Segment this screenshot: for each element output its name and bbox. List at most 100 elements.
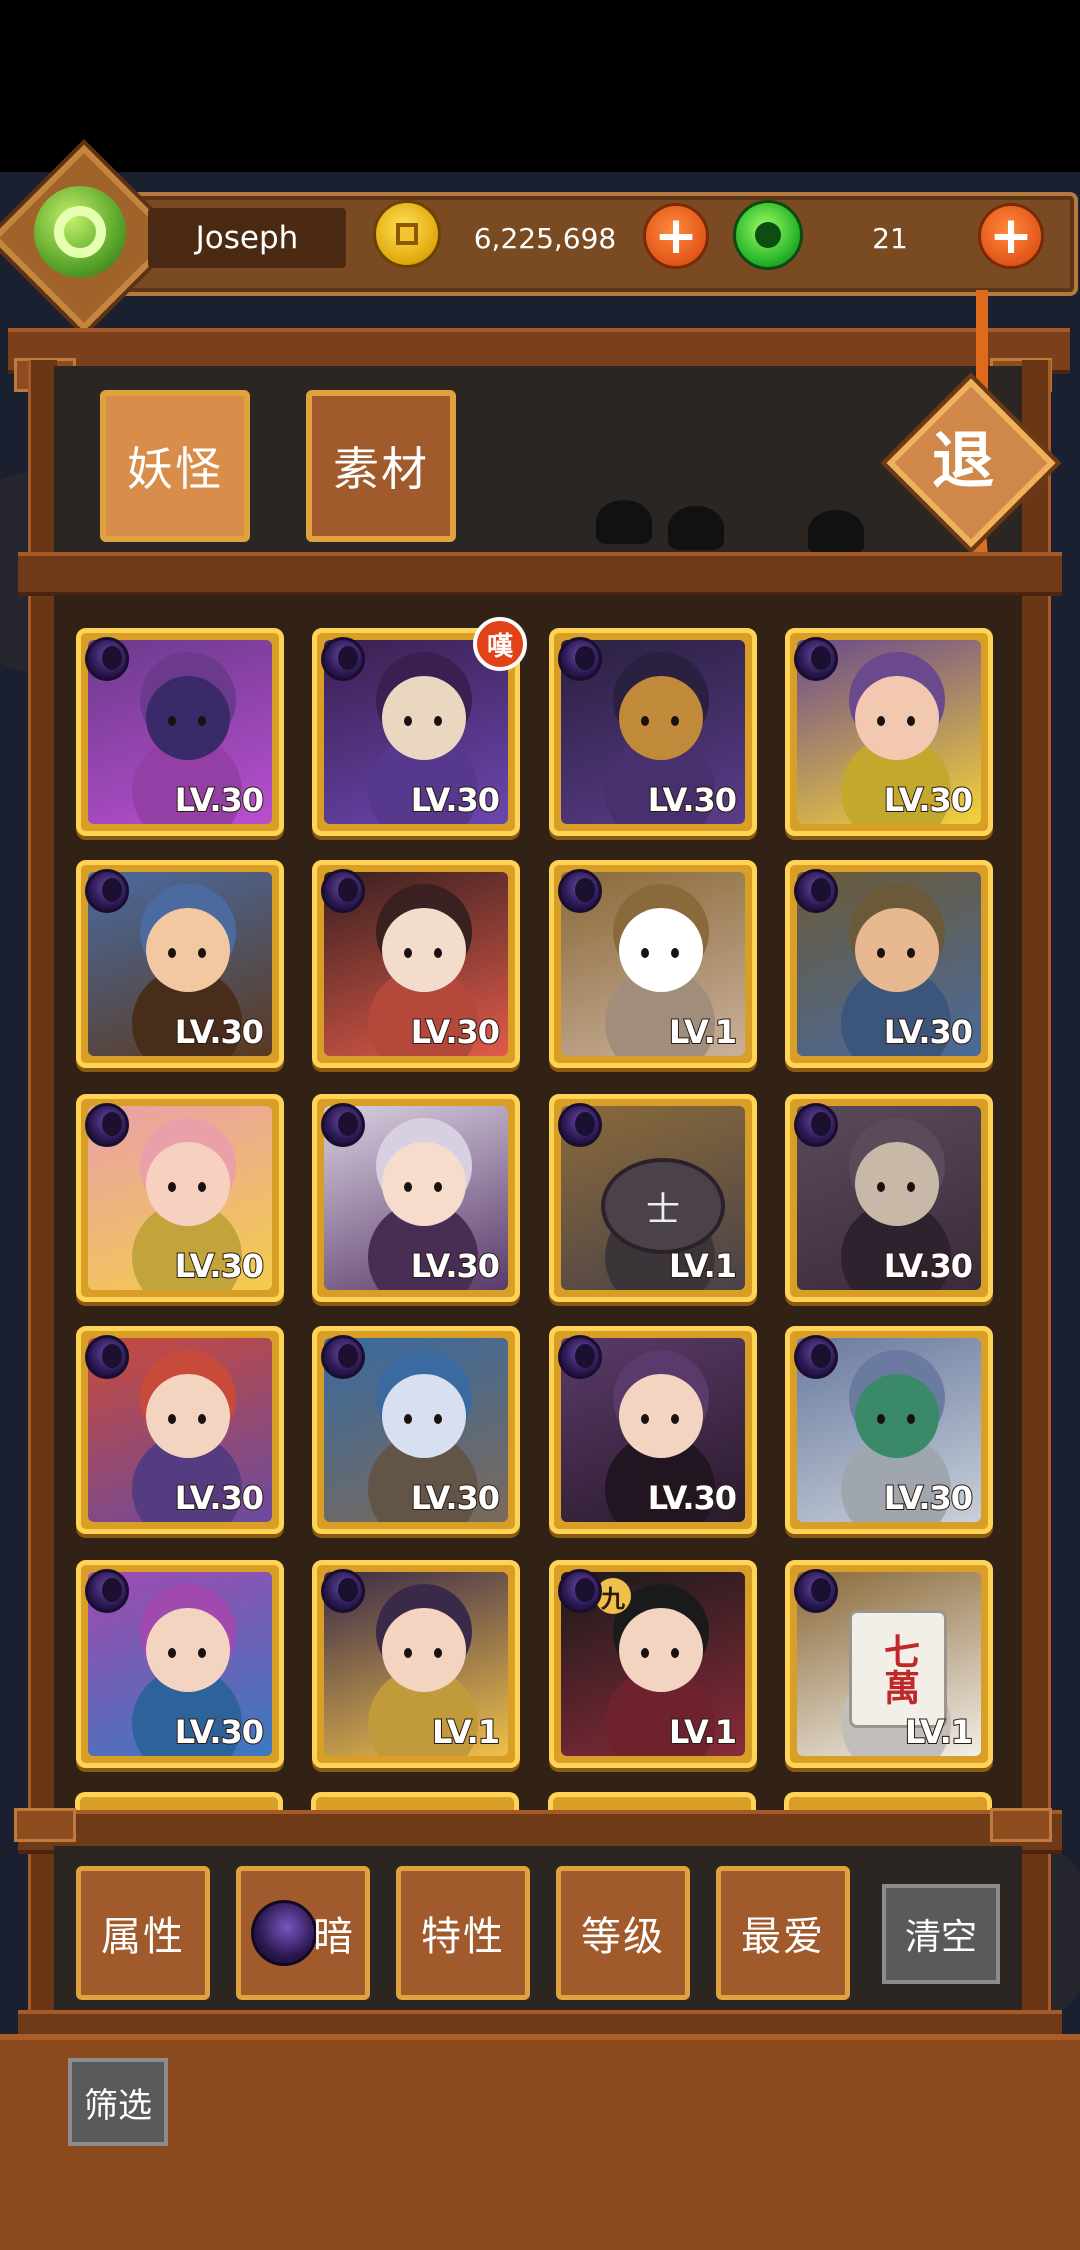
- tab-yokai[interactable]: 妖怪: [100, 390, 250, 542]
- dark-element-icon: [85, 1103, 129, 1147]
- filter-attribute-button[interactable]: 属性: [76, 1866, 210, 2000]
- dark-element-icon: [321, 1103, 365, 1147]
- gem-count: 21: [872, 221, 908, 255]
- character-card[interactable]: LV.30: [785, 1094, 993, 1302]
- filter-trait-button[interactable]: 特性: [396, 1866, 530, 2000]
- shadow-creature-icon: [808, 510, 864, 554]
- exit-button[interactable]: 退: [886, 378, 1056, 548]
- add-coins-button[interactable]: +: [643, 203, 709, 269]
- character-level: LV.1: [668, 1246, 738, 1286]
- character-level: LV.30: [647, 1478, 738, 1518]
- filter-favorite-button[interactable]: 最爱: [716, 1866, 850, 2000]
- character-card-partial[interactable]: [75, 1792, 283, 1812]
- dark-element-icon: [85, 1569, 129, 1613]
- character-level: LV.1: [668, 1012, 738, 1052]
- character-level: LV.30: [883, 1246, 974, 1286]
- dark-element-icon: [794, 1103, 838, 1147]
- character-card[interactable]: 九 LV.1: [549, 1560, 757, 1768]
- dark-orb-icon: [251, 1900, 317, 1966]
- character-level: LV.30: [174, 1712, 265, 1752]
- character-card[interactable]: LV.1: [549, 860, 757, 1068]
- dark-element-icon: [85, 1335, 129, 1379]
- dark-element-icon: [558, 637, 602, 681]
- character-level: LV.30: [883, 780, 974, 820]
- character-card[interactable]: LV.30: [312, 1094, 520, 1302]
- character-card-partial[interactable]: [784, 1792, 992, 1812]
- dark-element-icon: [321, 869, 365, 913]
- filter-level-button[interactable]: 等级: [556, 1866, 690, 2000]
- upper-shelf: [18, 552, 1062, 596]
- character-level: LV.1: [904, 1712, 974, 1752]
- filter-attribute-label: 属性: [101, 1914, 185, 1960]
- exit-label: 退: [931, 424, 994, 497]
- character-card[interactable]: LV.30: [549, 1326, 757, 1534]
- dark-element-icon: [85, 869, 129, 913]
- dark-element-icon: [558, 1335, 602, 1379]
- chess-piece-icon: 士: [601, 1158, 725, 1254]
- character-level: LV.1: [431, 1712, 501, 1752]
- character-level: LV.30: [410, 1246, 501, 1286]
- filter-toggle-button[interactable]: 筛选: [68, 2058, 168, 2146]
- coin-icon: [373, 200, 441, 268]
- character-card[interactable]: LV.30: [76, 628, 284, 836]
- character-level: LV.30: [883, 1478, 974, 1518]
- dark-element-icon: [558, 1569, 602, 1613]
- character-card[interactable]: LV.30: [76, 1326, 284, 1534]
- character-level: LV.1: [668, 1712, 738, 1752]
- character-level: LV.30: [410, 780, 501, 820]
- character-card[interactable]: LV.30: [76, 860, 284, 1068]
- character-card[interactable]: LV.30: [312, 860, 520, 1068]
- character-level: LV.30: [410, 1012, 501, 1052]
- notification-badge: 嘆: [473, 617, 527, 671]
- filter-trait-label: 特性: [421, 1914, 505, 1960]
- character-card[interactable]: LV.30: [785, 1326, 993, 1534]
- dark-element-icon: [321, 1335, 365, 1379]
- character-card[interactable]: LV.30: [76, 1094, 284, 1302]
- clear-filters-button[interactable]: 清空: [882, 1884, 1000, 1984]
- character-card-partial[interactable]: [548, 1792, 756, 1812]
- character-card[interactable]: LV.30: [785, 628, 993, 836]
- dark-element-icon: [794, 1569, 838, 1613]
- cabinet-left-post: [28, 360, 57, 2040]
- character-level: LV.30: [647, 780, 738, 820]
- avatar-dragon-icon[interactable]: [34, 186, 126, 278]
- dark-element-icon: [794, 869, 838, 913]
- frame-bracket: [14, 1808, 76, 1842]
- tab-materials[interactable]: 素材: [306, 390, 456, 542]
- filter-dark-label: 暗: [313, 1914, 355, 1960]
- dark-element-icon: [794, 1335, 838, 1379]
- character-level: LV.30: [174, 1246, 265, 1286]
- character-card[interactable]: LV.1: [312, 1560, 520, 1768]
- shadow-creature-icon: [596, 500, 652, 544]
- character-card[interactable]: LV.30: [76, 1560, 284, 1768]
- dark-element-icon: [321, 1569, 365, 1613]
- character-level: LV.30: [174, 1012, 265, 1052]
- coin-count: 6,225,698: [473, 221, 617, 255]
- cabinet-right-post: [1022, 360, 1051, 2040]
- dark-element-icon: [321, 637, 365, 681]
- character-card[interactable]: 士 LV.1: [549, 1094, 757, 1302]
- dark-element-icon: [558, 1103, 602, 1147]
- character-card-partial[interactable]: [311, 1792, 519, 1812]
- character-card[interactable]: LV.30 嘆: [312, 617, 527, 836]
- gem-icon: [733, 200, 803, 270]
- dark-element-icon: [558, 869, 602, 913]
- character-level: LV.30: [174, 780, 265, 820]
- character-level: LV.30: [174, 1478, 265, 1518]
- character-card[interactable]: LV.30: [312, 1326, 520, 1534]
- dark-element-icon: [85, 637, 129, 681]
- character-card[interactable]: LV.30: [549, 628, 757, 836]
- filter-level-label: 等级: [581, 1914, 665, 1960]
- character-level: LV.30: [883, 1012, 974, 1052]
- dark-element-icon: [794, 637, 838, 681]
- character-card[interactable]: LV.30: [785, 860, 993, 1068]
- character-level: LV.30: [410, 1478, 501, 1518]
- filter-dark-button[interactable]: 暗: [236, 1866, 370, 2000]
- character-card[interactable]: 七萬 LV.1: [785, 1560, 993, 1768]
- frame-bracket: [990, 1808, 1052, 1842]
- add-gems-button[interactable]: +: [978, 203, 1044, 269]
- shadow-creature-icon: [668, 506, 724, 550]
- player-name: Joseph: [148, 208, 346, 268]
- mahjong-tile-icon: 七萬: [849, 1610, 947, 1728]
- status-bar: [0, 0, 1080, 172]
